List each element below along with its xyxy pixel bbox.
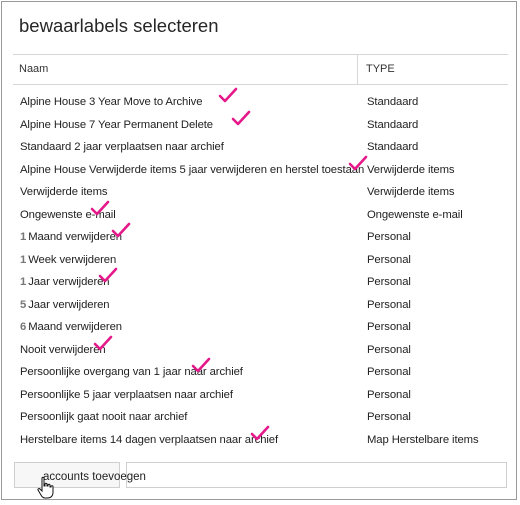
label-type: Personal (367, 276, 411, 288)
label-name: Nooit verwijderen (20, 344, 106, 356)
label-name-text: Week verwijderen (28, 253, 117, 266)
checkmark-icon (218, 87, 238, 103)
label-name-text: Persoonlijke 5 jaar verplaatsen naar arc… (20, 388, 233, 401)
table-row[interactable]: 1 Maand verwijderen Personal (13, 222, 508, 249)
label-name-text: Alpine House 3 Year Move to Archive (20, 96, 203, 108)
label-type: Ongewenste e-mail (367, 208, 463, 221)
table-row[interactable]: Persoonlijke 5 jaar verplaatsen naar arc… (13, 384, 508, 407)
table-row[interactable]: Verwijderde items Verwijderde items (13, 181, 508, 204)
table-row[interactable]: Alpine House 3 Year Move to Archive Stand… (13, 87, 508, 114)
table-row[interactable]: 1 Week verwijderen Personal (13, 249, 508, 272)
table-row[interactable]: Persoonlijke overgang van 1 jaar naar ar… (13, 357, 508, 384)
column-header-name[interactable]: Naam (19, 63, 48, 75)
label-name-text: Ongewenste e-mail (20, 208, 116, 221)
label-name: Persoonlijke 5 jaar verplaatsen naar arc… (20, 389, 233, 401)
label-name-text: Maand verwijderen (28, 231, 122, 243)
table-row[interactable]: Ongewenste e-mail Ongewenste e-mail (13, 200, 508, 227)
table-row[interactable]: Standaard 2 jaar verplaatsen naar archie… (13, 136, 508, 159)
label-prefix-number: 1 (20, 253, 27, 266)
label-name: 1 Jaar verwijderen (20, 276, 110, 288)
label-prefix-number: 6 (20, 321, 27, 333)
label-type: Personal (367, 253, 411, 266)
label-type: Verwijderde items (367, 186, 455, 198)
label-name-text: Jaar verwijderen (28, 298, 110, 311)
table-row[interactable]: Persoonlijk gaat nooit naar archief Perso… (13, 406, 508, 429)
label-name-text: Verwijderde items (20, 186, 108, 198)
label-type: Standaard (367, 96, 419, 108)
label-prefix-number: 5 (20, 298, 27, 311)
table-row[interactable]: Alpine House 7 Year Permanent Delete Stan… (13, 110, 508, 137)
label-name-text: Persoonlijke overgang van 1 jaar naar ar… (20, 366, 243, 378)
column-divider[interactable] (357, 55, 358, 84)
label-type: Standaard (367, 141, 419, 153)
label-type: Personal (367, 298, 411, 311)
table-row[interactable]: Herstelbare items 14 dagen verplaatsen n… (13, 425, 508, 452)
table-row[interactable]: 6 Maand verwijderen Personal (13, 316, 508, 339)
label-type: Personal (367, 321, 411, 333)
label-type: Standaard (367, 118, 419, 131)
label-type: Map Herstelbare items (367, 433, 479, 446)
label-prefix-number: 1 (20, 276, 27, 288)
label-name: Ongewenste e-mail (20, 209, 116, 221)
label-type: Personal (367, 343, 411, 356)
label-name-text: Alpine House 7 Year Permanent Delete (20, 118, 213, 131)
add-accounts-label: accounts toevoegen (43, 471, 146, 483)
label-prefix-number: 1 (20, 231, 27, 243)
column-header-type[interactable]: TYPE (366, 63, 395, 75)
label-name: Herstelbare items 14 dagen verplaatsen n… (20, 434, 278, 446)
table-row[interactable]: Nooit verwijderen Personal (13, 335, 508, 362)
label-type: Verwijderde items (367, 163, 455, 176)
label-name: Persoonlijke overgang van 1 jaar naar ar… (20, 366, 243, 378)
label-name: Alpine House 7 Year Permanent Delete (20, 119, 213, 131)
label-name: 1 Maand verwijderen (20, 231, 122, 243)
label-name-text: Herstelbare items 14 dagen verplaatsen n… (20, 433, 279, 446)
hand-pointer-cursor-icon (35, 476, 57, 500)
table-body: Alpine House 3 Year Move to Archive Stand… (13, 85, 508, 451)
accounts-field[interactable] (126, 462, 507, 488)
label-name: Persoonlijk gaat nooit naar archief (20, 411, 187, 423)
label-name: Standaard 2 jaar verplaatsen naar archie… (20, 141, 224, 153)
dialog-title: bewaarlabels selecteren (19, 15, 219, 36)
label-type: Personal (367, 388, 411, 401)
label-name: Verwijderde items (20, 186, 108, 198)
label-name: 1 Week verwijderen (20, 254, 116, 266)
label-type: Personal (367, 231, 411, 243)
label-name-text: Nooit verwijderen (20, 343, 106, 356)
label-name: 5 Jaar verwijderen (20, 298, 110, 311)
label-name: Alpine House 3 Year Move to Archive (20, 96, 202, 108)
table-row[interactable]: 1 Jaar verwijderen Personal (13, 267, 508, 294)
label-name: Alpine House Verwijderde items 5 jaar ve… (20, 164, 364, 176)
label-type: Personal (367, 411, 411, 423)
table-row[interactable]: 5 Jaar verwijderen Personal (13, 294, 508, 317)
labels-table: Naam TYPE Alpine House 3 Year Move to Ar… (13, 54, 508, 451)
label-name-text: Maand verwijderen (28, 321, 122, 333)
table-row[interactable]: Alpine House Verwijderde items 5 jaar ve… (13, 155, 508, 182)
label-name-text: Alpine House Verwijderde items 5 jaar ve… (20, 163, 365, 176)
label-name-text: Persoonlijk gaat nooit naar archief (20, 411, 188, 423)
select-labels-dialog: bewaarlabels selecteren Naam TYPE Alpine… (1, 1, 517, 500)
label-name-text: Standaard 2 jaar verplaatsen naar archie… (20, 141, 224, 153)
label-type: Personal (367, 366, 411, 378)
table-header: Naam TYPE (13, 54, 508, 85)
label-name-text: Jaar verwijderen (28, 276, 110, 288)
label-name: 6 Maand verwijderen (20, 321, 122, 333)
